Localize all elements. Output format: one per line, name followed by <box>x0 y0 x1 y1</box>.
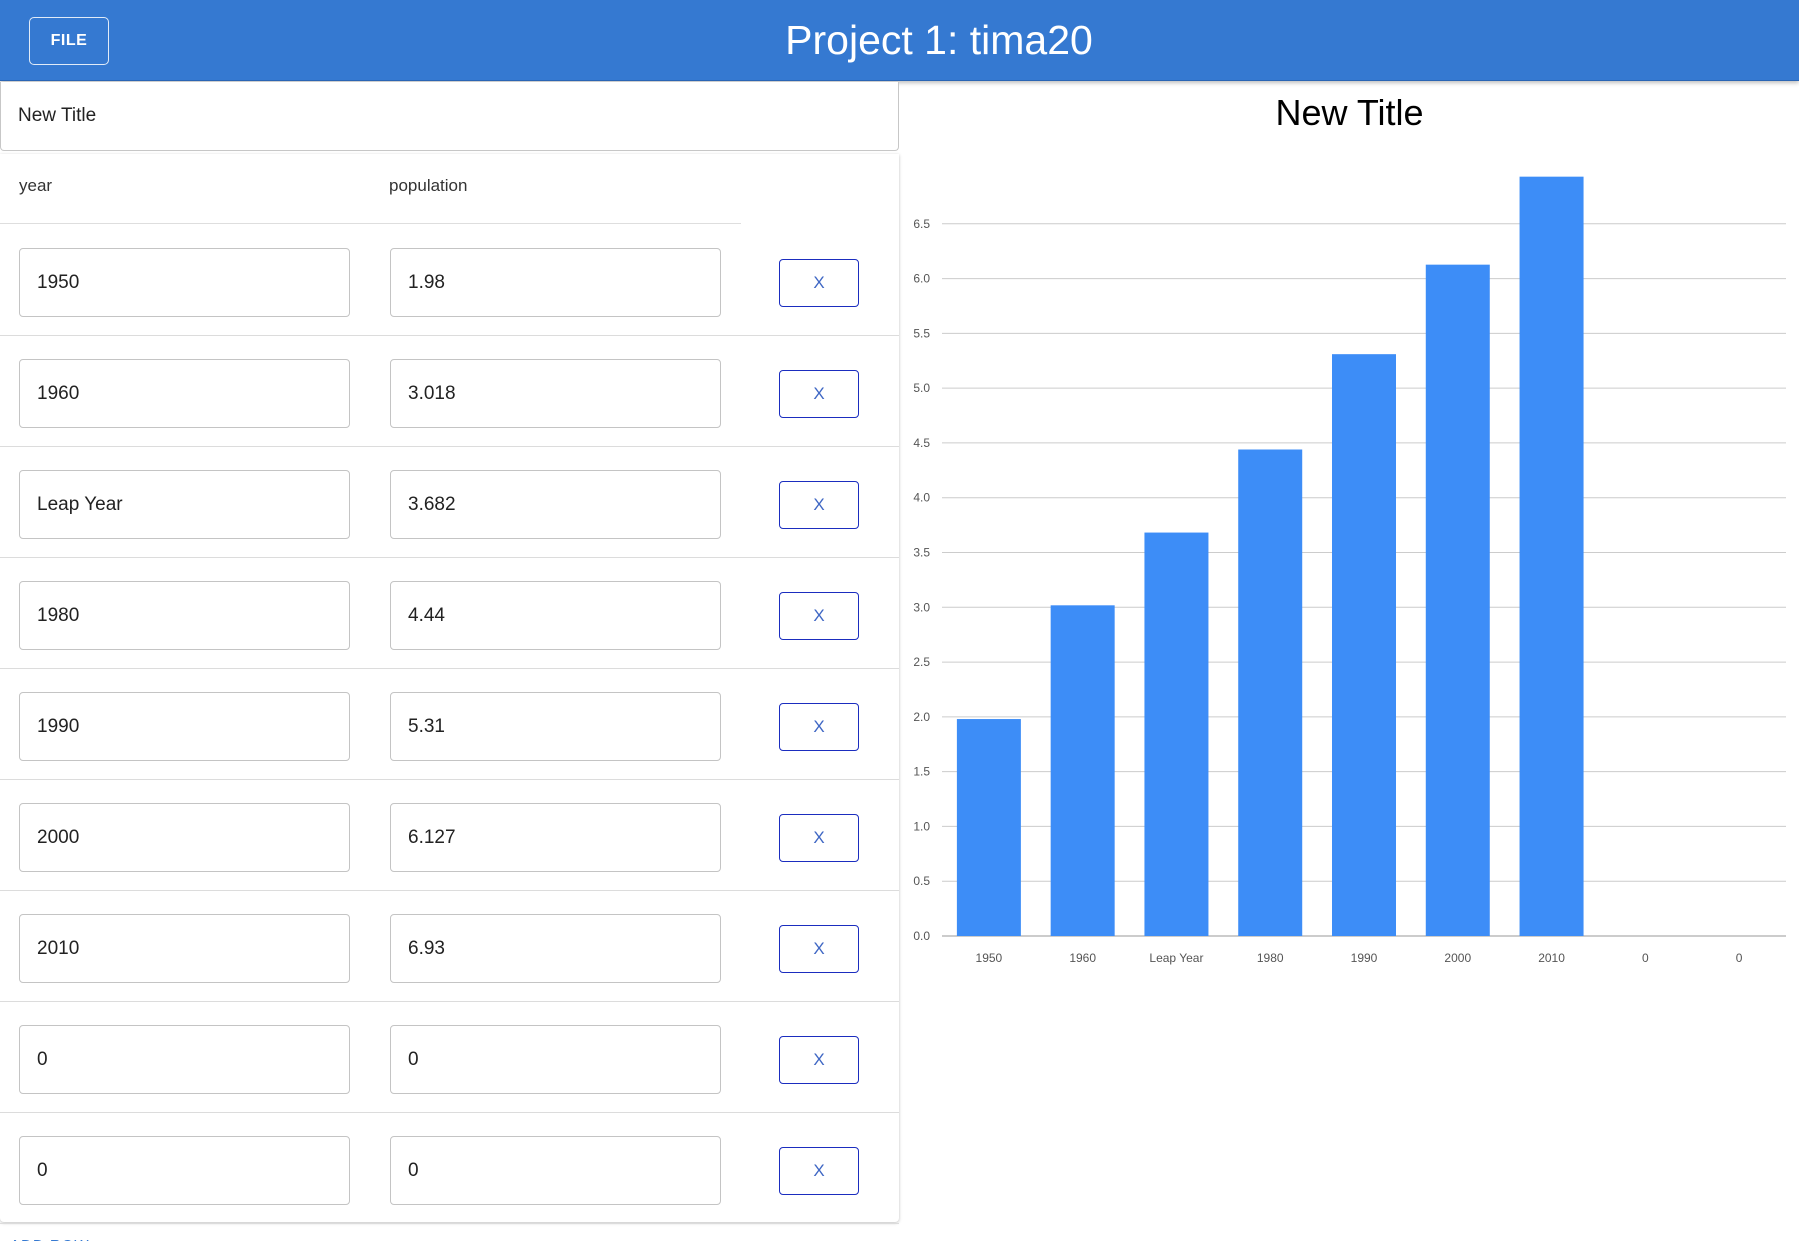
year-input[interactable] <box>19 803 350 872</box>
delete-row-button[interactable]: X <box>779 259 859 307</box>
year-input[interactable] <box>19 1136 350 1205</box>
x-tick-label: 0 <box>1736 951 1743 965</box>
y-tick-label: 6.0 <box>913 272 930 286</box>
chart-title: New Title <box>1275 92 1424 133</box>
y-tick-label: 0.0 <box>913 929 930 943</box>
x-tick-label: 1960 <box>1069 951 1096 965</box>
column-header-population: population <box>389 176 468 195</box>
y-tick-label: 1.5 <box>913 765 930 779</box>
delete-row-button[interactable]: X <box>779 370 859 418</box>
population-input[interactable] <box>390 470 721 539</box>
table-row: X <box>0 225 899 336</box>
y-tick-label: 2.0 <box>913 710 930 724</box>
bar[interactable] <box>1050 605 1115 936</box>
y-tick-label: 3.0 <box>913 600 930 614</box>
x-tick-label: 2000 <box>1444 951 1471 965</box>
table-row: X <box>0 1002 899 1113</box>
chart-title-input[interactable] <box>0 82 899 151</box>
year-input[interactable] <box>19 692 350 761</box>
x-tick-label: 1990 <box>1351 951 1378 965</box>
y-tick-label: 0.5 <box>913 874 930 888</box>
bar[interactable] <box>1519 176 1584 937</box>
bar-chart: 0.0 0.5 1.0 1.5 2.0 2.5 3.0 3.5 4.0 4.5 5.0 5.5 6.0 6… <box>913 176 1786 965</box>
x-tick-label: 1980 <box>1257 951 1284 965</box>
y-tick-label: 2.5 <box>913 655 930 669</box>
delete-row-button[interactable]: X <box>779 481 859 529</box>
x-tick-label: 1950 <box>976 951 1003 965</box>
population-input[interactable] <box>390 803 721 872</box>
bar[interactable] <box>1238 449 1303 936</box>
table-row: X <box>0 780 899 891</box>
year-input[interactable] <box>19 470 350 539</box>
y-tick-label: 4.0 <box>913 491 930 505</box>
population-input[interactable] <box>390 1025 721 1094</box>
y-tick-label: 3.5 <box>913 546 930 560</box>
chart-panel: 0.0 0.5 1.0 1.5 2.0 2.5 3.0 3.5 4.0 4.5 5.0 5.5 6.0 6… <box>900 82 1799 1241</box>
delete-row-button[interactable]: X <box>779 592 859 640</box>
bar[interactable] <box>1425 264 1490 936</box>
delete-row-button[interactable]: X <box>779 703 859 751</box>
x-tick-label: 2010 <box>1538 951 1565 965</box>
add-row-button[interactable]: ADD ROW <box>10 1231 90 1241</box>
table-row: X <box>0 447 899 558</box>
year-input[interactable] <box>19 248 350 317</box>
population-input[interactable] <box>390 581 721 650</box>
column-header-year: year <box>19 176 53 195</box>
page-title: Project 1: tima20 <box>785 17 1093 63</box>
table-row: X <box>0 669 899 780</box>
delete-row-button[interactable]: X <box>779 1036 859 1084</box>
year-input[interactable] <box>19 581 350 650</box>
population-input[interactable] <box>390 1136 721 1205</box>
x-tick-label: 0 <box>1642 951 1649 965</box>
y-tick-label: 4.5 <box>913 436 930 450</box>
delete-row-button[interactable]: X <box>779 1147 859 1195</box>
table-row: X <box>0 558 899 669</box>
year-input[interactable] <box>19 1025 350 1094</box>
delete-row-button[interactable]: X <box>779 814 859 862</box>
bar[interactable] <box>1332 354 1396 936</box>
population-input[interactable] <box>390 914 721 983</box>
y-tick-label: 6.5 <box>913 217 930 231</box>
table-header: year population <box>0 154 741 224</box>
population-input[interactable] <box>390 248 721 317</box>
bar[interactable] <box>956 719 1021 936</box>
file-button[interactable]: FILE <box>29 17 109 65</box>
data-table: year population X X X X X X X X X <box>0 154 899 1224</box>
y-tick-label: 1.0 <box>913 819 930 833</box>
x-tick-label: Leap Year <box>1149 951 1203 965</box>
y-tick-label: 5.5 <box>913 326 930 340</box>
table-row: X <box>0 336 899 447</box>
app-bar: FILE Project 1: tima20 <box>0 0 1799 81</box>
delete-row-button[interactable]: X <box>779 925 859 973</box>
table-row: X <box>0 1113 899 1224</box>
population-input[interactable] <box>390 359 721 428</box>
year-input[interactable] <box>19 914 350 983</box>
table-row: X <box>0 891 899 1002</box>
bar[interactable] <box>1144 532 1209 936</box>
y-tick-label: 5.0 <box>913 381 930 395</box>
year-input[interactable] <box>19 359 350 428</box>
population-input[interactable] <box>390 692 721 761</box>
